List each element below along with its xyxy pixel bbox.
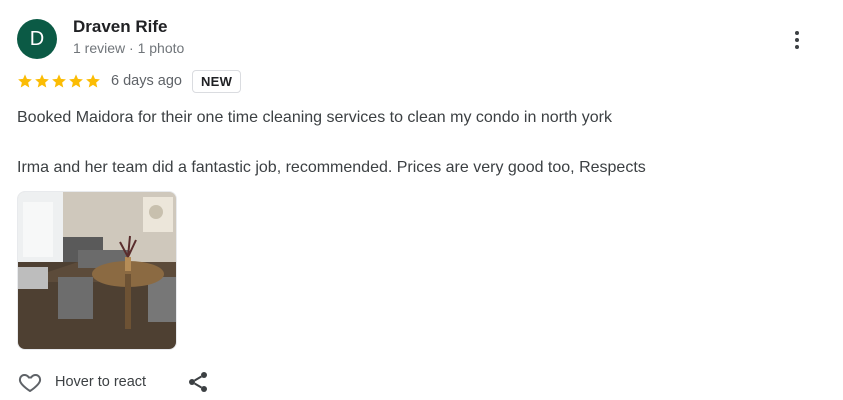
condo-dining-room-photo	[18, 192, 176, 349]
review-card: D Draven Rife 1 review · 1 photo 6 days …	[0, 0, 843, 400]
review-photo[interactable]	[17, 191, 177, 350]
review-text: Booked Maidora for their one time cleani…	[17, 108, 817, 178]
review-paragraph: Irma and her team did a fantastic job, r…	[17, 159, 646, 176]
review-date: 6 days ago	[111, 73, 182, 89]
reviewer-name[interactable]: Draven Rife	[73, 17, 167, 37]
more-vertical-icon-dot	[795, 38, 799, 42]
star-icon	[86, 74, 100, 88]
more-vertical-icon	[795, 31, 799, 35]
star-icon	[35, 74, 49, 88]
share-icon	[189, 372, 207, 392]
reviewer-meta: 1 review · 1 photo	[73, 40, 185, 56]
react-button[interactable]: Hover to react	[17, 369, 146, 395]
more-vertical-icon-dot	[795, 45, 799, 49]
star-rating	[17, 73, 101, 89]
heart-outline-icon	[18, 374, 42, 392]
star-icon	[18, 74, 32, 88]
new-badge: NEW	[191, 69, 242, 93]
star-icon	[69, 74, 83, 88]
react-label: Hover to react	[55, 374, 147, 390]
rating-row: 6 days ago NEW	[17, 68, 242, 94]
reviewer-avatar[interactable]: D	[17, 19, 57, 59]
share-button[interactable]	[186, 370, 210, 394]
more-options-button[interactable]	[781, 24, 813, 56]
star-icon	[52, 74, 66, 88]
review-paragraph: Booked Maidora for their one time cleani…	[17, 109, 612, 126]
